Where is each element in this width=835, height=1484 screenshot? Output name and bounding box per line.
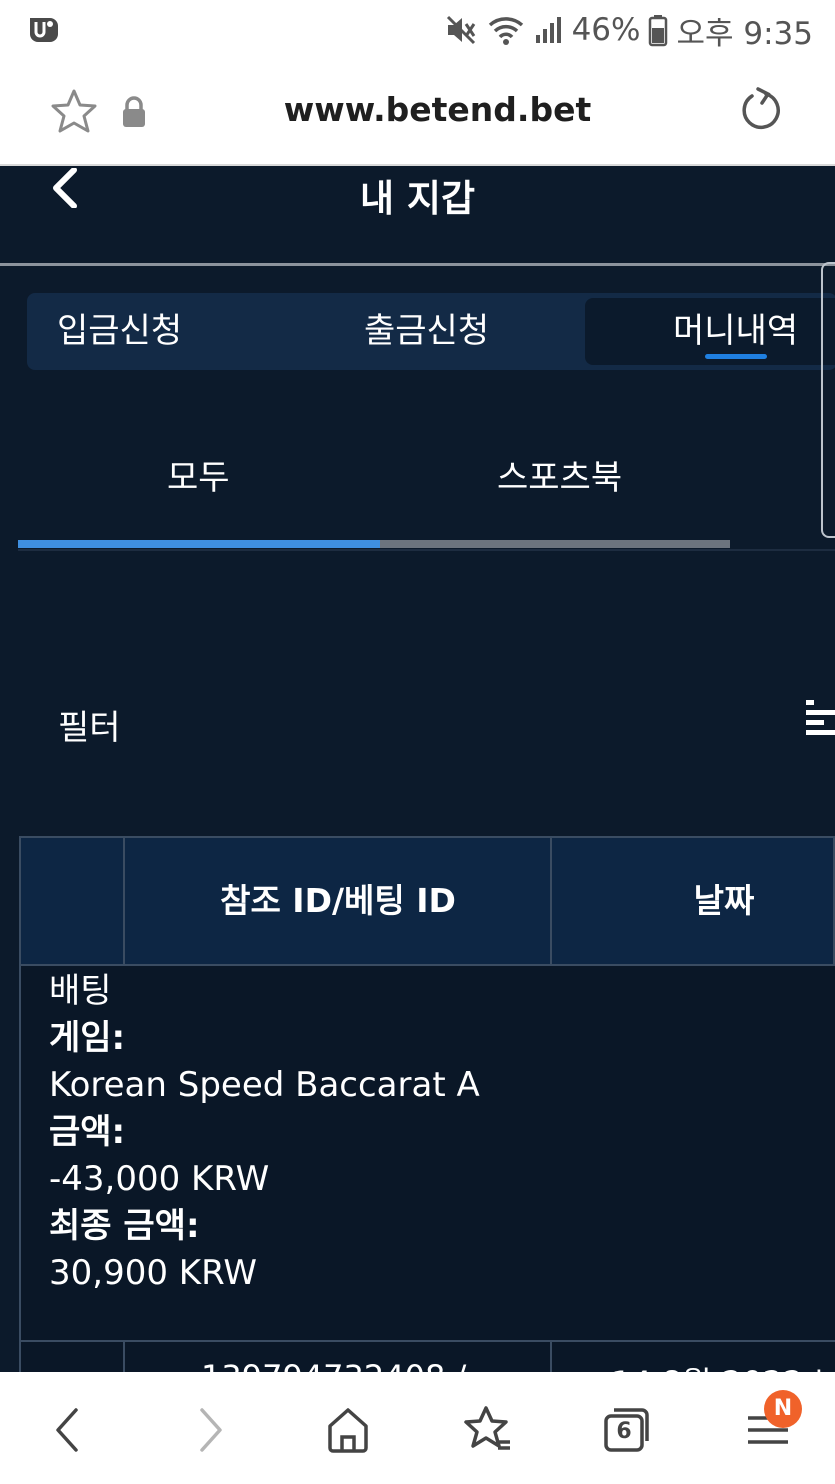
active-tab-indicator [705,354,767,359]
notification-badge: N [764,1390,802,1428]
tab-money-history-label: 머니내역 [673,311,799,351]
subtab-all[interactable]: 모두 [167,450,230,499]
final-amount-label: 최종 금액: [49,1206,200,1246]
subtab-track [18,540,730,548]
browser-back-icon[interactable] [42,1404,94,1456]
game-label: 게임: [49,1018,126,1058]
app-notification-icon [30,18,58,42]
status-bar: 46% 오후 9:35 [0,0,835,62]
url-address[interactable]: www.betend.bet [240,90,635,129]
subtab-active-indicator [18,540,380,548]
browser-bottom-bar: 6 [0,1372,835,1484]
browser-forward-icon[interactable] [184,1404,236,1456]
table-header: 참조 ID/베팅 ID 날짜 [19,836,835,966]
home-icon[interactable] [322,1404,374,1456]
game-value: Korean Speed Baccarat A [49,1065,480,1105]
filter-label[interactable]: 필터 [58,700,121,749]
column-header-date: 날짜 [693,881,755,920]
bookmark-star-icon[interactable] [50,88,98,136]
final-amount-value: 30,900 KRW [49,1253,257,1293]
filter-list-icon[interactable] [804,698,835,740]
transaction-detail: 배팅 게임: Korean Speed Baccarat A 금액: -43,0… [19,966,835,1342]
detail-content: 배팅 게임: Korean Speed Baccarat A 금액: -43,0… [49,968,480,1297]
transaction-type: 배팅 [49,971,112,1011]
battery-icon [649,15,668,47]
scrollbar[interactable] [821,262,835,538]
lock-icon [123,96,145,127]
column-header-ref-id: 참조 ID/베팅 ID [220,881,456,920]
wallet-header: 내 지갑 [0,168,835,266]
page-title: 내 지갑 [359,177,475,220]
amount-value: -43,000 KRW [49,1159,270,1199]
tab-money-history[interactable]: 머니내역 [585,298,835,365]
reload-icon[interactable] [738,86,784,134]
tabs-icon[interactable]: 6 [600,1404,652,1456]
wifi-icon [488,17,523,45]
amount-label: 금액: [49,1112,126,1152]
clock: 오후 9:35 [676,15,813,52]
tab-count: 6 [616,1419,632,1444]
url-bar: www.betend.bet [0,62,835,166]
subtab-sportsbook[interactable]: 스포츠북 [497,450,622,499]
battery-percent: 46% [571,12,641,48]
bookmarks-icon[interactable] [462,1404,514,1456]
tab-deposit[interactable]: 입금신청 [57,293,182,370]
mute-icon [446,15,475,45]
wallet-tabs: 입금신청 출금신청 머니내역 [27,293,835,370]
divider [18,549,835,551]
tab-withdraw[interactable]: 출금신청 [364,293,489,370]
signal-icon [535,17,561,43]
